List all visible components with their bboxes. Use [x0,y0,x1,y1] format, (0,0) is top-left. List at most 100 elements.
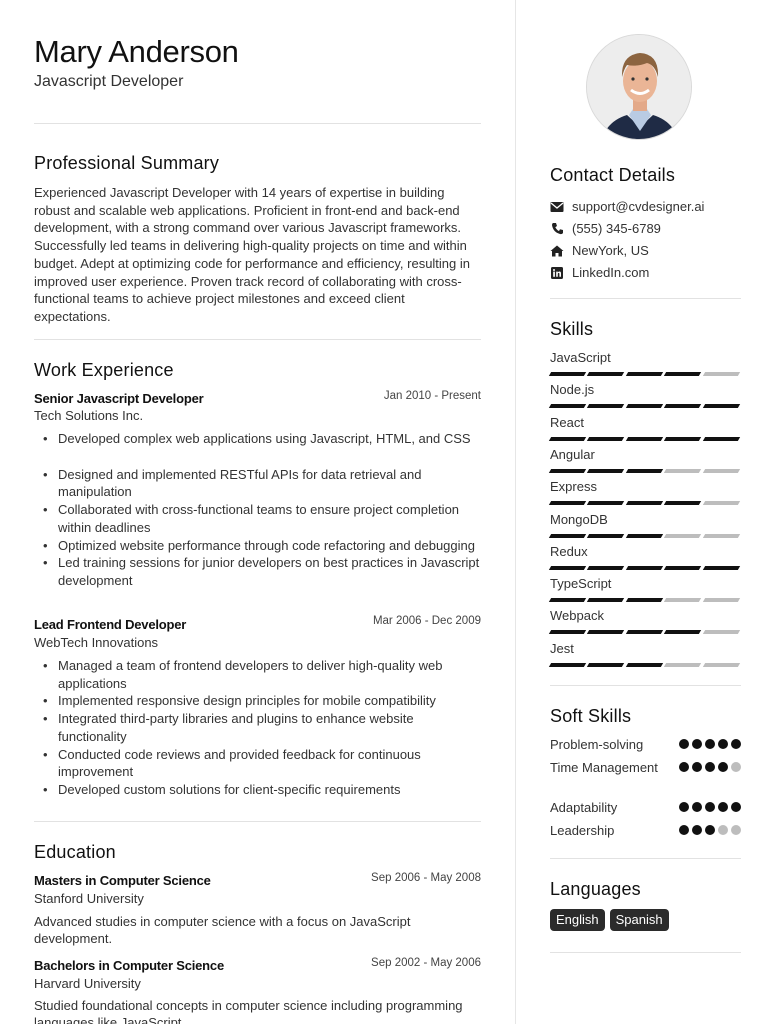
rating-dot-filled [692,762,702,772]
skill-item: TypeScript [548,576,741,603]
skill-segment-filled [587,468,625,473]
skill-item: React [548,414,741,441]
skill-segment-filled [587,501,625,506]
soft-skill-name: Leadership [550,823,615,838]
skill-segment-filled [625,662,664,667]
skill-segment-filled [587,565,625,570]
rating-dot-empty [731,762,741,772]
summary-text: Experienced Javascript Developer with 14… [34,185,471,324]
job-bullet: Implemented responsive design principles… [34,692,481,710]
skill-name: Node.js [550,382,595,398]
skill-item: Node.js [548,382,741,409]
rating-dot-filled [705,762,715,772]
skill-name: Redux [550,543,588,559]
contact-location: NewYork, US [550,243,649,258]
rating-dot-empty [731,825,741,835]
skill-name: React [550,414,584,430]
education-description: Studied foundational concepts in compute… [34,998,463,1024]
skill-segment-empty [702,372,741,376]
soft-skill-item: Adaptability [550,799,741,818]
skill-segment-empty [702,598,741,603]
contact-location-text: NewYork, US [572,243,649,258]
job-title: Senior Javascript Developer [34,391,204,406]
skill-level-bar [548,533,741,538]
skill-segment-filled [664,372,702,376]
work-heading: Work Experience [34,360,174,380]
skill-segment-filled [625,533,664,538]
skill-level-bar [548,662,741,667]
skill-segment-filled [548,533,587,538]
contact-phone[interactable]: (555) 345-6789 [550,221,661,236]
education-description: Advanced studies in computer science wit… [34,914,411,947]
school-name: Harvard University [34,976,141,991]
contact-linkedin[interactable]: LinkedIn.com [550,265,649,280]
education-date: Sep 2002 - May 2006 [371,957,481,969]
soft-skill-name: Time Management [550,760,658,775]
phone-icon [550,222,564,236]
soft-skill-rating [679,799,741,818]
job-date: Mar 2006 - Dec 2009 [372,615,481,627]
linkedin-icon [550,266,564,280]
skill-segment-empty [664,533,702,538]
contact-heading: Contact Details [550,165,676,185]
skill-segment-filled [587,598,625,603]
skill-name: Webpack [550,608,604,624]
skill-segment-empty [664,662,702,667]
skill-segment-filled [702,565,741,570]
skill-level-bar [548,404,741,409]
skill-segment-filled [664,436,702,441]
job-bullets: Managed a team of frontend developers to… [34,657,481,799]
skill-item: JavaScript [548,350,741,376]
skill-segment-filled [548,468,587,473]
rating-dot-empty [718,825,728,835]
school-name: Stanford University [34,891,144,906]
rating-dot-filled [679,802,689,812]
skill-segment-empty [664,598,702,603]
skill-segment-filled [548,436,587,441]
skill-segment-filled [664,630,702,635]
skill-segment-empty [702,501,741,506]
soft-skill-rating [679,822,741,841]
skill-segment-filled [548,404,587,409]
soft-skills-heading: Soft Skills [550,706,632,726]
job-bullet: Collaborated with cross-functional teams… [34,501,481,536]
summary-heading: Professional Summary [34,153,220,173]
rating-dot-filled [705,802,715,812]
skill-name: Angular [550,446,595,462]
skill-segment-filled [625,468,664,473]
job-bullet: Developed custom solutions for client-sp… [34,781,481,799]
rating-dot-filled [718,739,728,749]
profile-photo [586,34,692,140]
skill-item: Webpack [548,608,741,635]
degree-title: Masters in Computer Science [34,873,211,888]
skill-item: Angular [548,446,741,473]
rating-dot-filled [731,739,741,749]
skill-level-bar [548,501,741,506]
soft-skill-item: Time Management [550,759,741,778]
skill-level-bar [548,372,741,376]
contact-email[interactable]: support@cvdesigner.ai [550,199,704,214]
job-bullet: Conducted code reviews and provided feed… [34,746,481,781]
contact-phone-text: (555) 345-6789 [572,221,661,236]
skill-segment-filled [664,565,702,570]
job-bullet: Optimized website performance through co… [34,537,481,555]
skill-segment-filled [548,372,587,376]
skill-segment-filled [625,436,664,441]
education-date: Sep 2006 - May 2008 [371,872,481,884]
skill-level-bar [548,436,741,441]
skill-level-bar [548,598,741,603]
skill-segment-filled [625,501,664,506]
skill-segment-filled [548,662,587,667]
column-divider [515,0,516,1024]
skill-name: Jest [550,640,574,656]
avatar-illustration [587,35,691,139]
job-bullet: Developed complex web applications using… [34,430,481,448]
envelope-icon [550,200,564,214]
job-date: Jan 2010 - Present [383,390,481,402]
skill-item: Express [548,479,741,506]
skill-segment-empty [702,468,741,473]
soft-skill-name: Problem-solving [550,737,644,752]
job-company: Tech Solutions Inc. [34,408,144,423]
skill-segment-empty [664,468,702,473]
job-title: Lead Frontend Developer [34,617,187,632]
